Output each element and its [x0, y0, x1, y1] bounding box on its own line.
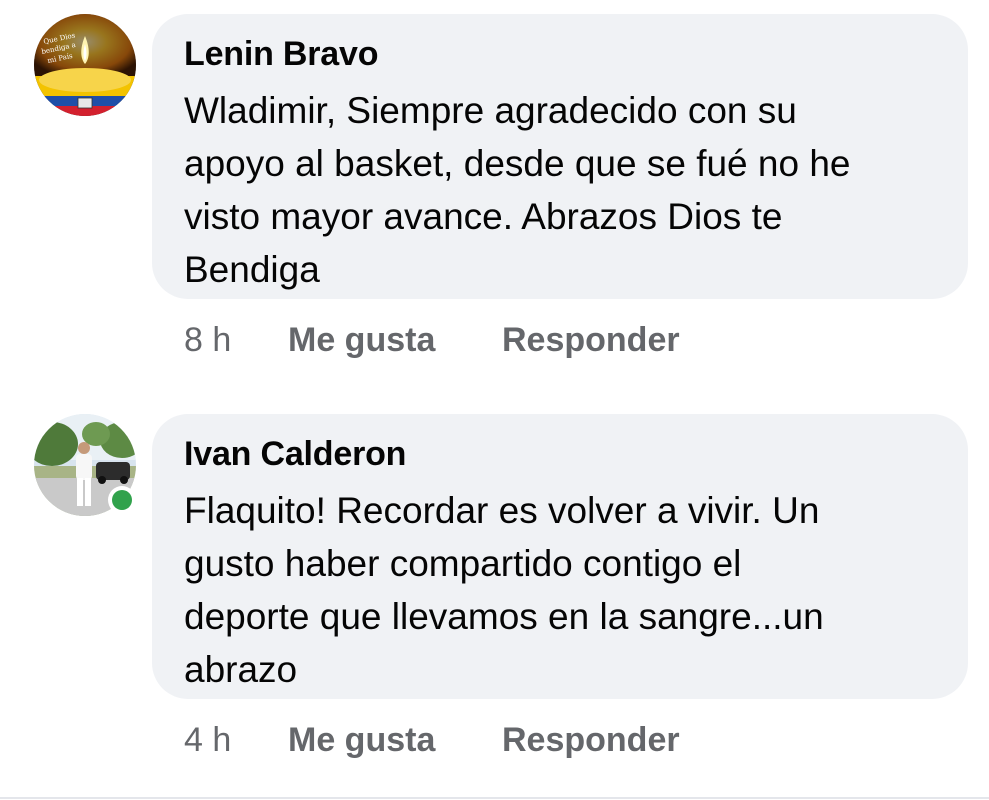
comment-text: Flaquito! Recordar es volver a vivir. Un…: [184, 490, 824, 690]
comment-text: Wladimir, Siempre agradecido con su apoy…: [184, 90, 851, 290]
comment-actions: 8 h Me gusta Responder: [184, 318, 680, 362]
comment-author[interactable]: Lenin Bravo: [184, 34, 938, 74]
comment-author[interactable]: Ivan Calderon: [184, 434, 938, 474]
candle-flag-avatar-icon: Que Dios bendiga a mi País: [34, 14, 136, 116]
reply-button[interactable]: Responder: [502, 721, 680, 760]
comments-page: Que Dios bendiga a mi País Lenin Bravo W…: [0, 0, 989, 800]
online-status-icon: [108, 486, 136, 514]
comment-timestamp[interactable]: 4 h: [184, 721, 288, 760]
comment-bubble: Ivan Calderon Flaquito! Recordar es volv…: [152, 414, 968, 699]
comment-bubble: Lenin Bravo Wladimir, Siempre agradecido…: [152, 14, 968, 299]
like-button[interactable]: Me gusta: [288, 321, 502, 360]
comment-timestamp[interactable]: 8 h: [184, 321, 288, 360]
avatar[interactable]: Que Dios bendiga a mi País: [34, 14, 136, 116]
comment-actions: 4 h Me gusta Responder: [184, 718, 680, 762]
reply-button[interactable]: Responder: [502, 321, 680, 360]
divider: [0, 797, 989, 799]
like-button[interactable]: Me gusta: [288, 721, 502, 760]
